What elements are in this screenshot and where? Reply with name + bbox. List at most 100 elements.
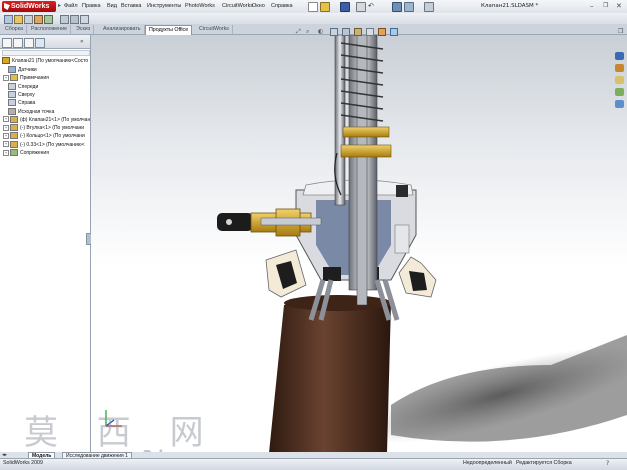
tree-root[interactable]: Клапан21 (По умолчанию<Состо xyxy=(2,57,88,64)
search-icon[interactable] xyxy=(615,88,624,96)
insert-component-icon[interactable] xyxy=(4,15,13,24)
tree-item-label: (-) 0.33<1> (По умолчанию< xyxy=(20,141,85,148)
assembly-features-icon[interactable] xyxy=(44,15,53,24)
tree-item[interactable]: + (-) 0.33<1> (По умолчанию< xyxy=(3,140,85,148)
select-icon[interactable] xyxy=(392,2,402,12)
tree-item[interactable]: Спереди xyxy=(8,82,38,90)
configuration-tab-icon[interactable] xyxy=(24,38,34,48)
display-manager-tab-icon[interactable] xyxy=(35,38,45,48)
zoom-area-icon[interactable]: ⌕ xyxy=(306,28,312,35)
close-icon[interactable]: ✕ xyxy=(616,2,624,10)
interference-icon[interactable] xyxy=(70,15,79,24)
zoom-to-fit-icon[interactable]: ⤢ xyxy=(296,28,302,35)
expand-icon[interactable]: + xyxy=(3,124,9,131)
tree-item[interactable]: Исходная точка xyxy=(8,107,55,115)
plane-icon xyxy=(8,99,16,107)
exploded-view-icon[interactable] xyxy=(34,15,43,24)
menu-item[interactable]: Правка xyxy=(82,3,101,9)
command-tab[interactable]: CircuitWorks xyxy=(196,25,233,34)
floor-shadow-body xyxy=(391,335,627,442)
view-orientation-icon[interactable] xyxy=(342,28,350,36)
valve-model-svg xyxy=(217,35,627,453)
tree-filter-bar[interactable] xyxy=(2,50,90,56)
mate-icon[interactable] xyxy=(14,15,23,24)
annotations-icon xyxy=(10,74,18,82)
tree-item-label: (ф) Клапан21<1> (По умолчан xyxy=(20,116,91,123)
save-icon[interactable] xyxy=(340,2,350,12)
expand-icon[interactable]: + xyxy=(3,116,9,123)
tree-item[interactable]: Сверху xyxy=(8,90,35,98)
smart-fasteners-icon[interactable] xyxy=(60,15,69,24)
tree-item-label: Примечания xyxy=(20,75,49,82)
solidworks-logo[interactable]: SolidWorks xyxy=(2,1,56,12)
tree-item-label: Исходная точка xyxy=(18,108,55,115)
tree-item[interactable]: + (-) Втулка<1> (По умолчани xyxy=(3,124,85,132)
menu-item[interactable]: Окно xyxy=(252,3,265,9)
menu-item[interactable]: Вид xyxy=(107,3,117,9)
feature-tree-tab-icon[interactable] xyxy=(2,38,12,48)
menu-item[interactable]: Справка xyxy=(271,3,293,9)
menu-item[interactable]: Инструменты xyxy=(147,3,181,9)
print-icon[interactable] xyxy=(356,2,366,12)
menu-item[interactable]: Вставка xyxy=(121,3,141,9)
file-explorer-icon[interactable] xyxy=(615,76,624,84)
tree-item[interactable]: + Примечания xyxy=(3,74,49,82)
center-rod xyxy=(356,35,368,306)
property-manager-tab-icon[interactable] xyxy=(13,38,23,48)
part-icon xyxy=(10,140,18,148)
tree-item[interactable]: + (ф) Клапан21<1> (По умолчан xyxy=(3,115,91,123)
tree-item-label: Датчики xyxy=(18,66,37,73)
bottle-body xyxy=(269,300,391,453)
section-view-icon[interactable] xyxy=(330,28,338,36)
menu-item[interactable]: CircuitWorks xyxy=(222,3,253,9)
new-icon[interactable] xyxy=(308,2,318,12)
resources-icon[interactable] xyxy=(615,52,624,60)
menu-item[interactable]: Файл xyxy=(64,3,78,9)
bottle-neck xyxy=(284,295,392,311)
command-tab[interactable]: Продукты Office xyxy=(145,25,193,35)
undo-icon[interactable]: ↶ xyxy=(368,2,376,10)
move-component-icon[interactable] xyxy=(24,15,33,24)
command-tab[interactable]: Сборка xyxy=(2,25,28,34)
design-library-icon[interactable] xyxy=(615,64,624,72)
options-icon[interactable] xyxy=(424,2,434,12)
assembly-icon xyxy=(2,57,10,64)
minimize-icon[interactable]: – xyxy=(590,2,598,10)
expand-icon[interactable]: + xyxy=(3,74,9,81)
viewport-restore-icon[interactable]: ❐ xyxy=(618,28,623,35)
help-icon[interactable]: ? xyxy=(606,460,609,467)
expand-icon[interactable]: + xyxy=(3,132,9,139)
rebuild-icon[interactable] xyxy=(404,2,414,12)
document-title: Клапан21.SLDASM * xyxy=(481,3,539,9)
display-style-icon[interactable] xyxy=(354,28,362,36)
graphics-viewport[interactable] xyxy=(91,35,627,453)
appearance-icon[interactable] xyxy=(378,28,386,36)
tree-item[interactable]: Справа xyxy=(8,99,35,107)
command-tab[interactable]: Эскиз xyxy=(73,25,95,34)
restore-icon[interactable]: ❐ xyxy=(603,2,611,10)
side-handle-hole xyxy=(226,219,232,225)
panel-expand-icon[interactable]: » xyxy=(80,38,84,45)
tree-item[interactable]: + (-) Кольцо<1> (По умолчани xyxy=(3,132,85,140)
expand-icon[interactable]: + xyxy=(3,149,9,156)
command-tab[interactable]: Анализировать xyxy=(100,25,145,34)
hide-show-icon[interactable] xyxy=(80,15,89,24)
command-tab[interactable]: Расположение xyxy=(28,25,72,34)
tree-item-label: Сверху xyxy=(18,91,35,98)
previous-view-icon[interactable]: ◐ xyxy=(318,28,324,35)
spring-seat-lower xyxy=(340,144,392,158)
scene-icon[interactable] xyxy=(390,28,398,36)
open-icon[interactable] xyxy=(320,2,330,12)
menu-item[interactable]: PhotoWorks xyxy=(185,3,215,9)
tree-item[interactable]: + Сопряжения xyxy=(3,149,49,156)
tree-item-label: (-) Втулка<1> (По умолчани xyxy=(20,124,85,131)
view-palette-icon[interactable] xyxy=(615,100,624,108)
tree-item-label: (-) Кольцо<1> (По умолчани xyxy=(20,133,85,140)
tree-item[interactable]: Датчики xyxy=(8,66,37,73)
stub-cap xyxy=(396,185,408,197)
command-manager-toolbar xyxy=(0,13,627,24)
hide-show-items-icon[interactable] xyxy=(366,28,374,36)
expand-icon[interactable]: + xyxy=(3,141,9,148)
status-app-version: SolidWorks 2009 xyxy=(3,460,43,466)
side-handle xyxy=(217,213,253,231)
